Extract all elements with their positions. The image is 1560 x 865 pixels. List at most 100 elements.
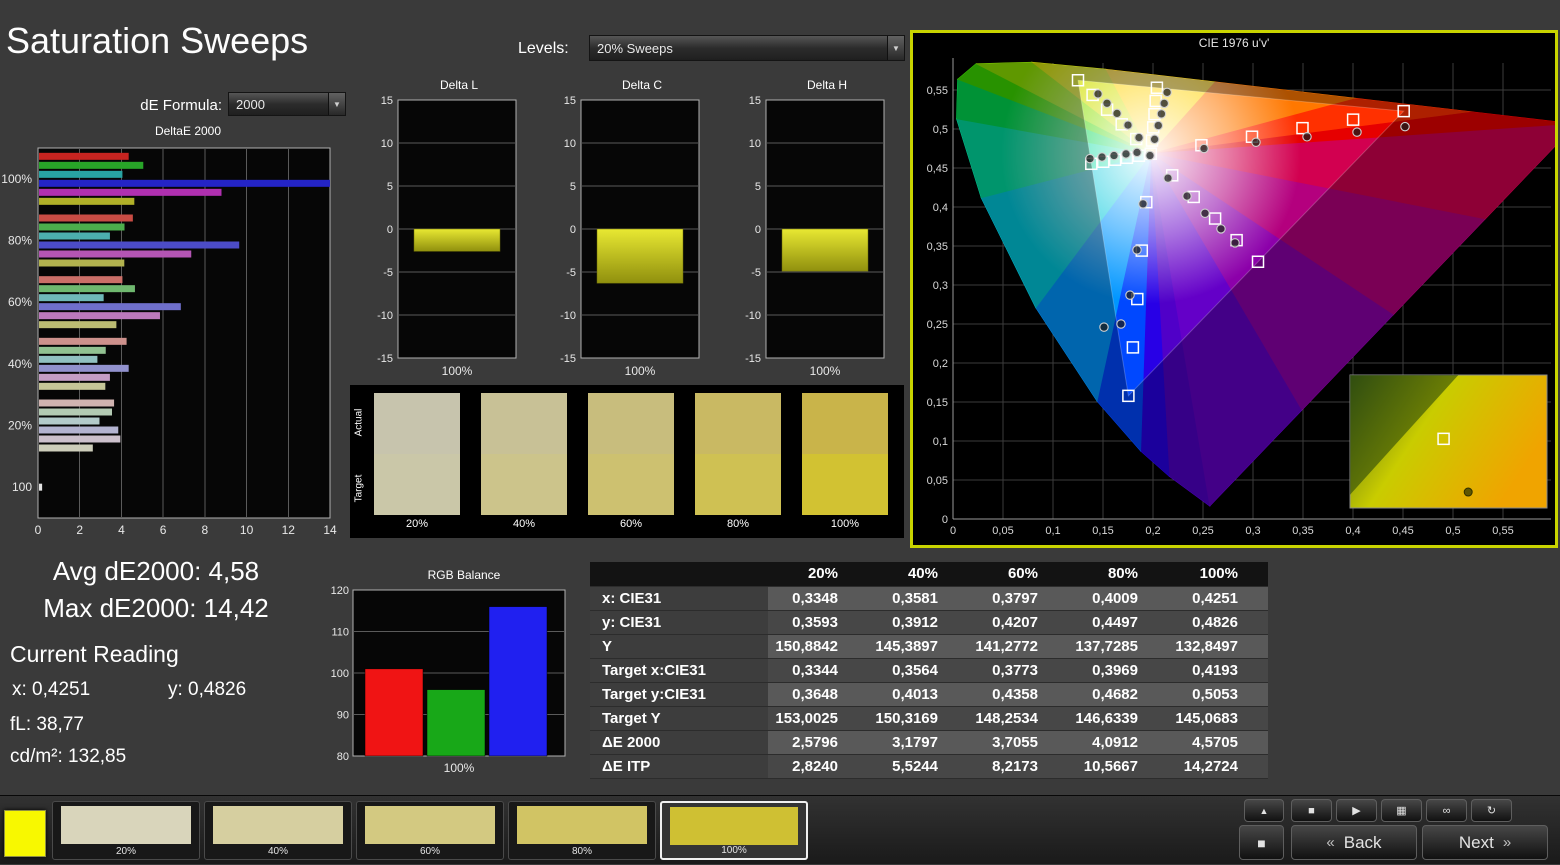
deltae-bar-red [39, 276, 123, 284]
svg-text:15: 15 [381, 95, 393, 107]
table-cell: 145,3897 [868, 634, 968, 658]
cie-measured-red [1302, 132, 1312, 142]
svg-text:0,55: 0,55 [927, 85, 948, 97]
svg-text:100%: 100% [810, 364, 841, 378]
svg-text:20%: 20% [8, 419, 32, 433]
deltae-bar-magenta [39, 188, 222, 196]
play-button[interactable]: ▶ [1336, 799, 1377, 822]
table-header-empty [590, 562, 768, 586]
deltae-bar-blue [39, 179, 330, 187]
cie-measured-yellow [1162, 87, 1172, 98]
svg-text:10: 10 [240, 523, 254, 537]
cie-measured-blue [1099, 322, 1109, 332]
svg-text:0,15: 0,15 [927, 397, 948, 409]
repeat-button[interactable]: ↻ [1471, 799, 1512, 822]
cie-diagram-plot: 00 0,05 0,05 0,1 0,1 0,15 0,15 0,2 0,2 0,25 0,25 0,… [927, 58, 1555, 537]
current-cdm2-stat: cd/m²: 132,85 [10, 746, 127, 767]
cie-diagram-panel: 0 0 0,05 0,05 0,1 0,1 0,15 0,15 0,2 0,2 0,25 0,25 0,… [910, 30, 1558, 548]
transport-small-buttons: ■ ▶ ▦ ∞ ↻ [1291, 799, 1512, 822]
level-button-swatch [61, 806, 191, 844]
table-header-60%: 60% [968, 562, 1068, 586]
actual-target-strip: Actual Target 20% 40% 60% 80% 100% [350, 385, 904, 538]
deltae-bar-green [39, 161, 144, 169]
stop-button[interactable]: ■ [1291, 799, 1332, 822]
comparison-cell-label: 20% [405, 518, 429, 530]
svg-text:-5: -5 [383, 267, 393, 279]
table-cell: 137,7285 [1068, 634, 1168, 658]
level-button-20%[interactable]: 20% [52, 801, 200, 860]
svg-text:-15: -15 [377, 353, 393, 365]
page-title: Saturation Sweeps [6, 20, 309, 61]
table-row-y: Y 150,8842 145,3897 141,2772 137,7285 132,849… [590, 634, 1268, 658]
row-label: y: CIE31 [590, 610, 768, 634]
cie-measured-yellow [1156, 109, 1167, 119]
measurement-table: 20% 40% 60% 80% 100% x: CIE31 0,3348 0,3581 0,37… [590, 562, 1268, 779]
table-cell: 3,7055 [968, 730, 1068, 754]
delta_h-bar [781, 228, 869, 272]
table-header-40%: 40% [868, 562, 968, 586]
level-button-40%[interactable]: 40% [204, 801, 352, 860]
table-row-target-y-cie31: Target y:CIE31 0,3648 0,4013 0,4358 0,4682 0,… [590, 682, 1268, 706]
level-button-label: 40% [267, 846, 288, 857]
continuous-button[interactable]: ∞ [1426, 799, 1467, 822]
cie-measured-magenta [1216, 224, 1226, 234]
scroll-up-button[interactable]: ▲ [1244, 799, 1284, 822]
delta-l-chart: Delta L 15 10 5 0 -5 -10 -15 100% [370, 78, 522, 382]
table-cell: 0,3581 [868, 586, 968, 610]
comparison-cell-100%: 100% [802, 393, 888, 530]
chevron-down-icon: ▼ [328, 93, 345, 115]
actual-swatch [481, 393, 567, 454]
svg-text:0,4: 0,4 [1345, 525, 1360, 537]
delta_l-bar [413, 228, 501, 252]
cie-measured-blue [1116, 319, 1126, 329]
svg-text:8: 8 [202, 523, 209, 537]
svg-text:15: 15 [564, 95, 576, 107]
deltae-bar-cyan [39, 417, 100, 425]
stop-large-button[interactable]: ■ [1239, 825, 1284, 860]
table-cell: 0,4826 [1168, 610, 1268, 634]
table-cell: 0,3797 [968, 586, 1068, 610]
table-cell: 0,4193 [1168, 658, 1268, 682]
next-button[interactable]: Next » [1422, 825, 1548, 860]
back-button[interactable]: « Back [1291, 825, 1417, 860]
svg-text:0: 0 [35, 523, 42, 537]
table-cell: 3,1797 [868, 730, 968, 754]
actual-swatch [802, 393, 888, 454]
transport-controls: ▲ ■ ■ ▶ ▦ ∞ ↻ « Back Next » [1236, 796, 1560, 865]
cie-measured-green [1093, 89, 1103, 99]
rgb-balance-plot: 120 110 100 90 80 100% [331, 585, 566, 775]
next-chevron-icon: » [1502, 834, 1512, 851]
deltae-bar-green [39, 346, 106, 354]
svg-text:0: 0 [942, 514, 948, 526]
deltae-bar-green [39, 223, 125, 231]
back-button-label: Back [1343, 832, 1382, 852]
table-cell: 0,3593 [768, 610, 868, 634]
deltae-bar-red [39, 152, 129, 160]
svg-text:100%: 100% [444, 761, 475, 775]
de-formula-dropdown[interactable]: 2000 ▼ [228, 92, 346, 116]
play-icon: ▶ [1352, 805, 1361, 817]
back-chevron-icon: « [1326, 834, 1335, 851]
deltae-bar-red [39, 214, 133, 222]
level-button-60%[interactable]: 60% [356, 801, 504, 860]
level-button-80%[interactable]: 80% [508, 801, 656, 860]
target-swatch [374, 454, 460, 515]
table-row--e-2000: ΔE 2000 2,5796 3,1797 3,7055 4,0912 4,5705 [590, 730, 1268, 754]
svg-text:6: 6 [160, 523, 167, 537]
cie-measured-blue [1125, 290, 1135, 300]
svg-text:15: 15 [749, 95, 761, 107]
table-cell: 0,4013 [868, 682, 968, 706]
table-cell: 0,4497 [1068, 610, 1168, 634]
level-button-100%[interactable]: 100% [660, 801, 808, 860]
actual-swatch [588, 393, 674, 454]
comparison-cell-20%: 20% [374, 393, 460, 530]
pattern-button[interactable]: ▦ [1381, 799, 1422, 822]
levels-dropdown[interactable]: 20% Sweeps ▼ [589, 35, 905, 61]
table-cell: 8,2173 [968, 754, 1068, 778]
table-cell: 153,0025 [768, 706, 868, 730]
cie-measured-cyan [1132, 147, 1142, 158]
actual-swatch [374, 393, 460, 454]
svg-text:120: 120 [331, 585, 349, 597]
rgb-balance-chart: RGB Balance 120 110 100 90 80 100% [325, 568, 577, 780]
svg-text:0,4: 0,4 [933, 202, 948, 214]
